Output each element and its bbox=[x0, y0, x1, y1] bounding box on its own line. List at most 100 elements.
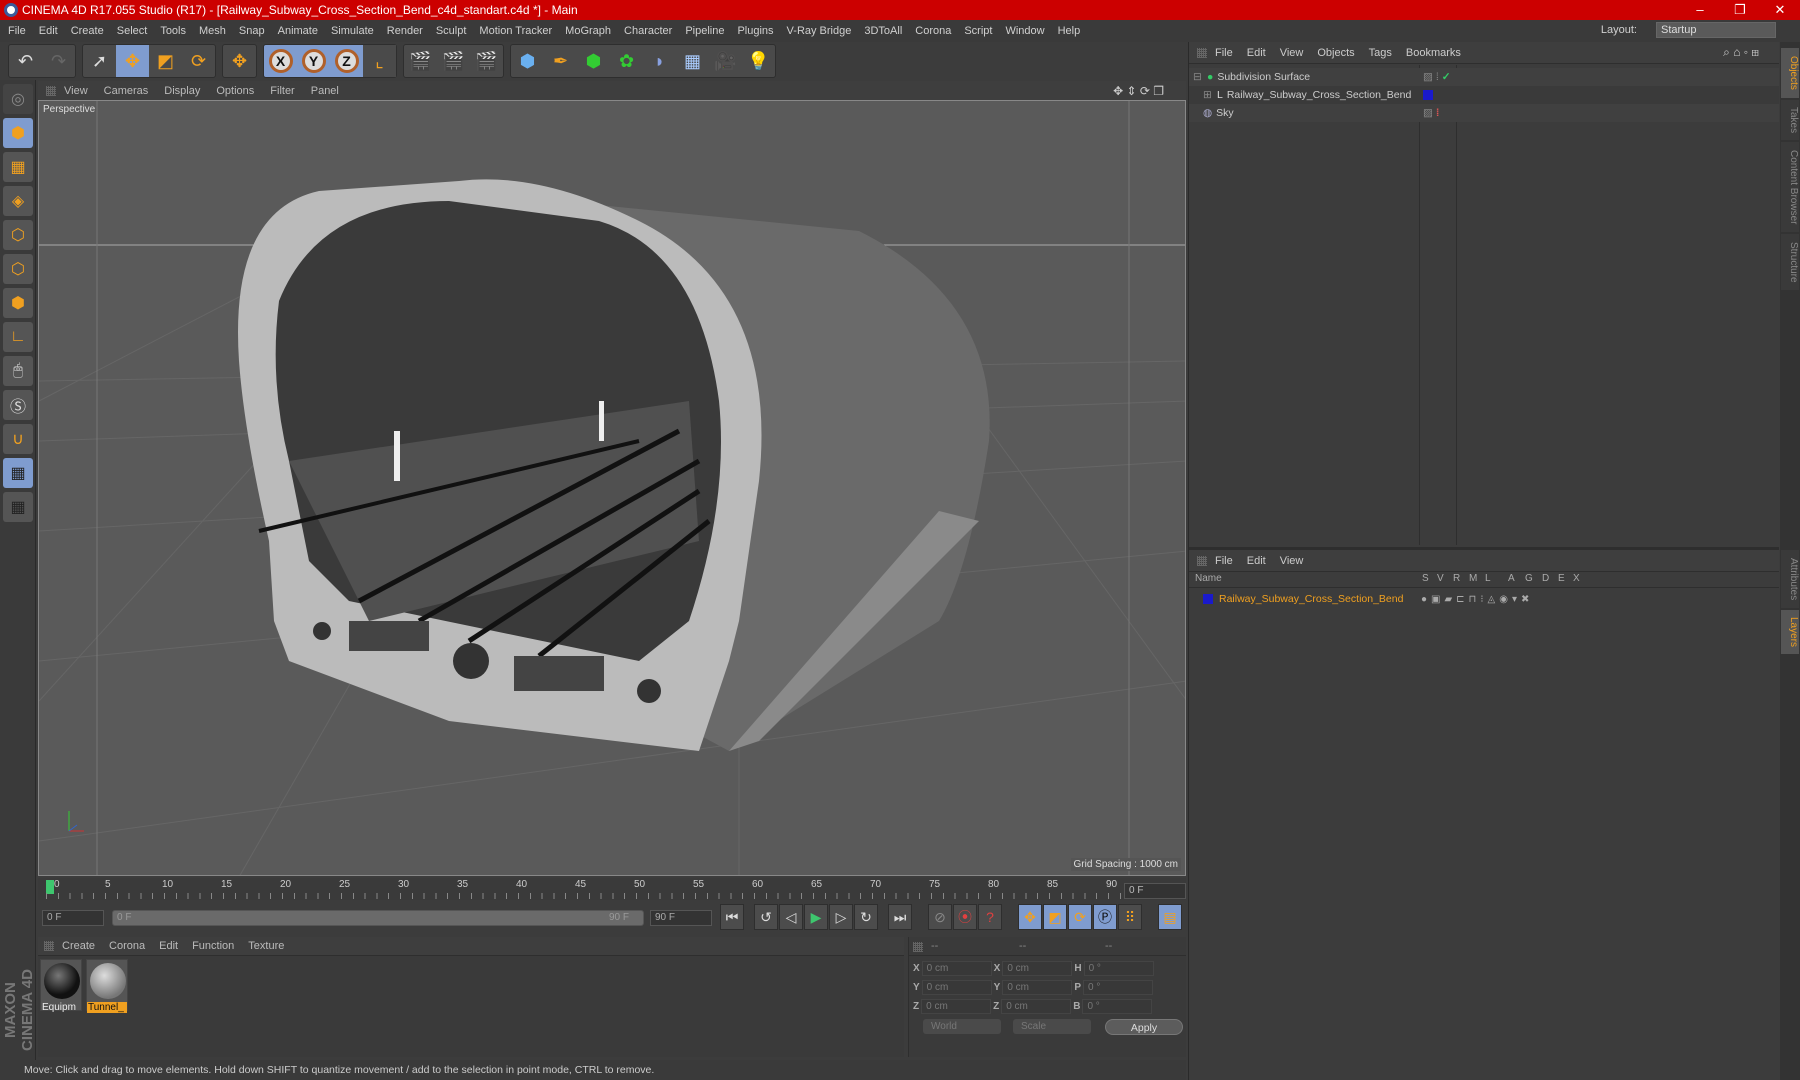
search-home-icons[interactable]: ⌕ ⌂ ◦ ⊞ bbox=[1723, 45, 1759, 60]
cube-icon[interactable]: ⬢ bbox=[511, 45, 544, 77]
objects-menu-file[interactable]: File bbox=[1215, 47, 1233, 59]
position-y-field[interactable]: 0 cm bbox=[921, 980, 992, 995]
menu-plugins[interactable]: Plugins bbox=[737, 25, 773, 37]
live-select-icon[interactable]: ✥ bbox=[223, 45, 256, 77]
viewport-menu-filter[interactable]: Filter bbox=[270, 85, 294, 97]
layout-dropdown[interactable]: Startup bbox=[1656, 22, 1776, 38]
timeline-window-icon[interactable]: ▤ bbox=[1158, 904, 1182, 930]
edges-mode-icon[interactable]: ⬡ bbox=[3, 254, 33, 284]
menu-character[interactable]: Character bbox=[624, 25, 672, 37]
grid-snap-icon[interactable]: ▦ bbox=[3, 492, 33, 522]
expand-icon[interactable]: ⊞ bbox=[1203, 89, 1213, 101]
render-settings-icon[interactable]: 🎬 bbox=[470, 45, 503, 77]
size-x-field[interactable]: 0 cm bbox=[1002, 961, 1073, 976]
material-menu-edit[interactable]: Edit bbox=[159, 940, 178, 952]
viewport-menu-view[interactable]: View bbox=[64, 85, 88, 97]
polygons-mode-icon[interactable]: ⬢ bbox=[3, 288, 33, 318]
auto-keying-icon[interactable]: ⦿ bbox=[953, 904, 977, 930]
rotate-icon[interactable]: ⟳ bbox=[182, 45, 215, 77]
cloner-icon[interactable]: ✿ bbox=[610, 45, 643, 77]
previous-key-icon[interactable]: ↺ bbox=[754, 904, 778, 930]
key-rotation-icon[interactable]: ⟳ bbox=[1068, 904, 1092, 930]
objects-menu-bookmarks[interactable]: Bookmarks bbox=[1406, 47, 1461, 59]
menu-pipeline[interactable]: Pipeline bbox=[685, 25, 724, 37]
layer-toggle-icons[interactable]: ●▣▰⊏⊓⁝◬◉▾✖ bbox=[1421, 594, 1533, 605]
menu-mograph[interactable]: MoGraph bbox=[565, 25, 611, 37]
next-frame-icon[interactable]: ▷ bbox=[829, 904, 853, 930]
coordinate-type-dropdown[interactable]: Scale bbox=[1013, 1019, 1091, 1034]
menu-3dtoall[interactable]: 3DToAll bbox=[864, 25, 902, 37]
material-menu-texture[interactable]: Texture bbox=[248, 940, 284, 952]
start-frame-field[interactable]: 0 F bbox=[42, 910, 104, 926]
position-z-field[interactable]: 0 cm bbox=[921, 999, 992, 1014]
visibility-icon[interactable]: ▨ ⁞ bbox=[1423, 107, 1439, 119]
viewport-menu-options[interactable]: Options bbox=[216, 85, 254, 97]
menu-help[interactable]: Help bbox=[1058, 25, 1081, 37]
menu-tools[interactable]: Tools bbox=[160, 25, 186, 37]
menu-render[interactable]: Render bbox=[387, 25, 423, 37]
menu-edit[interactable]: Edit bbox=[39, 25, 58, 37]
current-frame-field[interactable]: 0 F bbox=[1124, 883, 1186, 899]
make-editable-icon[interactable]: ◎ bbox=[3, 84, 33, 114]
snap-magnet-icon[interactable]: ∪ bbox=[3, 424, 33, 454]
render-picture-viewer-icon[interactable]: 🎬 bbox=[437, 45, 470, 77]
material-swatch[interactable]: Equipm bbox=[40, 959, 82, 1013]
workplane-icon[interactable]: ◈ bbox=[3, 186, 33, 216]
layer-color-swatch[interactable] bbox=[1203, 594, 1213, 604]
move-icon[interactable]: ✥ bbox=[116, 45, 149, 77]
keyframe-selection-icon[interactable]: ? bbox=[978, 904, 1002, 930]
tweak-mode-icon[interactable]: 🖱 bbox=[3, 356, 33, 386]
pen-spline-icon[interactable]: ✒ bbox=[544, 45, 577, 77]
select-arrow-icon[interactable]: ➚ bbox=[83, 45, 116, 77]
y-axis-toggle[interactable]: Y bbox=[301, 49, 326, 73]
menu-window[interactable]: Window bbox=[1005, 25, 1044, 37]
solo-icon[interactable]: Ⓢ bbox=[3, 390, 33, 420]
material-menu-function[interactable]: Function bbox=[192, 940, 234, 952]
tab-attributes[interactable]: Attributes bbox=[1781, 550, 1799, 608]
viewport-nav-icons[interactable]: ✥ ⇕ ⟳ ❐ bbox=[1113, 84, 1164, 98]
layer-name[interactable]: Railway_Subway_Cross_Section_Bend bbox=[1219, 593, 1403, 605]
coordinate-mode-dropdown[interactable]: World bbox=[923, 1019, 1001, 1034]
tab-takes[interactable]: Takes bbox=[1781, 100, 1799, 140]
rotation-p-field[interactable]: 0 ° bbox=[1083, 980, 1154, 995]
record-keys-icon[interactable]: ⊘ bbox=[928, 904, 952, 930]
3d-viewport[interactable]: Perspective Grid Spacing : 1000 cm bbox=[38, 100, 1186, 876]
menu-snap[interactable]: Snap bbox=[239, 25, 265, 37]
floor-icon[interactable]: ▦ bbox=[676, 45, 709, 77]
light-icon[interactable]: 💡 bbox=[742, 45, 775, 77]
tab-objects[interactable]: Objects bbox=[1781, 48, 1799, 98]
key-pla-icon[interactable]: ⠿ bbox=[1118, 904, 1142, 930]
undo-icon[interactable]: ↶ bbox=[9, 45, 42, 77]
position-x-field[interactable]: 0 cm bbox=[921, 961, 992, 976]
go-to-start-icon[interactable]: ⏮ bbox=[720, 904, 744, 930]
material-menu-create[interactable]: Create bbox=[62, 940, 95, 952]
menu-select[interactable]: Select bbox=[117, 25, 148, 37]
close-button[interactable]: ✕ bbox=[1760, 0, 1800, 20]
layers-menu-edit[interactable]: Edit bbox=[1247, 555, 1266, 567]
model-mode-icon[interactable]: ⬢ bbox=[3, 118, 33, 148]
viewport-menu-panel[interactable]: Panel bbox=[311, 85, 339, 97]
tab-content-browser[interactable]: Content Browser bbox=[1781, 142, 1799, 232]
menu-animate[interactable]: Animate bbox=[278, 25, 318, 37]
menu-vray-bridge[interactable]: V-Ray Bridge bbox=[787, 25, 852, 37]
x-axis-toggle[interactable]: X bbox=[268, 49, 293, 73]
workplane-lock-icon[interactable]: ▦ bbox=[3, 458, 33, 488]
objects-menu-tags[interactable]: Tags bbox=[1369, 47, 1392, 59]
key-position-icon[interactable]: ✥ bbox=[1018, 904, 1042, 930]
go-to-end-icon[interactable]: ⏭ bbox=[888, 904, 912, 930]
tab-layers[interactable]: Layers bbox=[1781, 610, 1799, 654]
key-scale-icon[interactable]: ◩ bbox=[1043, 904, 1067, 930]
menu-script[interactable]: Script bbox=[964, 25, 992, 37]
object-row-railway[interactable]: ⊞ L Railway_Subway_Cross_Section_Bend bbox=[1189, 86, 1779, 104]
size-z-field[interactable]: 0 cm bbox=[1001, 999, 1072, 1014]
rotation-b-field[interactable]: 0 ° bbox=[1082, 999, 1153, 1014]
axis-mode-icon[interactable]: ∟ bbox=[3, 322, 33, 352]
timeline-ruler[interactable]: 0 5 10 15 20 25 30 35 40 45 50 55 60 65 … bbox=[38, 878, 1186, 900]
end-frame-field[interactable]: 90 F bbox=[650, 910, 712, 926]
frame-range-slider[interactable]: 0 F 90 F bbox=[112, 910, 644, 926]
layers-menu-file[interactable]: File bbox=[1215, 555, 1233, 567]
menu-motion-tracker[interactable]: Motion Tracker bbox=[479, 25, 552, 37]
layer-color-swatch[interactable] bbox=[1423, 90, 1433, 100]
viewport-menu-cameras[interactable]: Cameras bbox=[104, 85, 149, 97]
layers-menu-view[interactable]: View bbox=[1280, 555, 1304, 567]
